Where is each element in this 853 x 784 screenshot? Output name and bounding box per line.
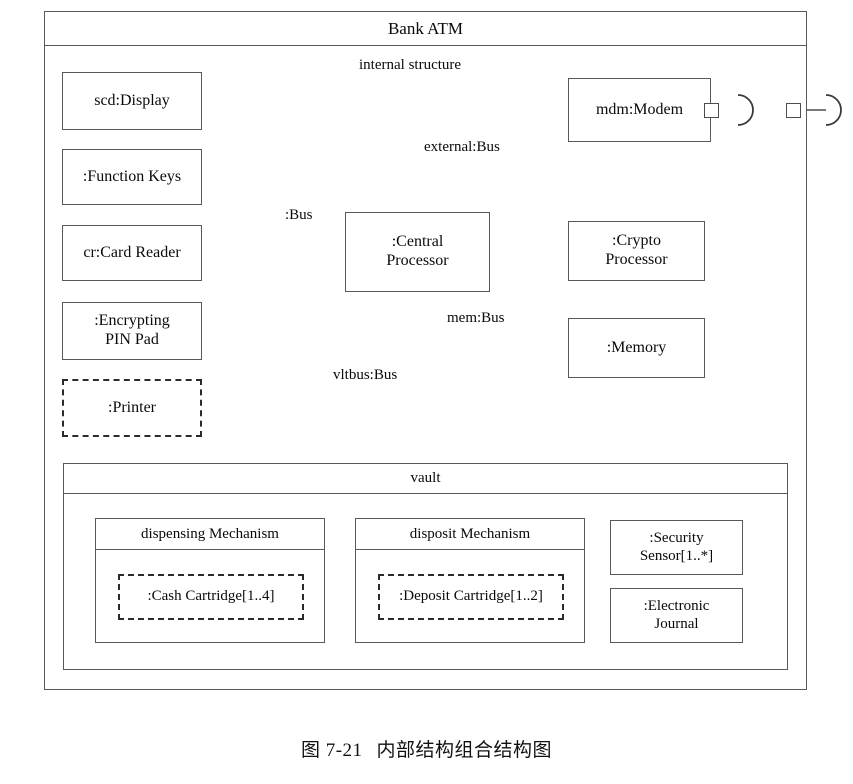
component-function-keys[interactable]: :Function Keys <box>62 149 202 205</box>
crypto-processor-label-line1: :Crypto <box>612 232 661 250</box>
pin-pad-label-line2: PIN Pad <box>105 331 159 348</box>
modem-port[interactable] <box>704 103 719 118</box>
required-interface-socket-inner <box>735 93 757 127</box>
crypto-processor-label-line2: Processor <box>605 251 668 268</box>
internal-structure-label: internal structure <box>359 57 462 73</box>
external-bus-connector-label: external:Bus <box>424 139 500 155</box>
vault-title: vault <box>64 464 787 494</box>
figure-caption-text: 内部结构组合结构图 <box>376 740 553 761</box>
dispensing-mechanism-frame: dispensing Mechanism :Cash Cartridge[1..… <box>95 518 325 643</box>
component-card-reader[interactable]: cr:Card Reader <box>62 225 202 281</box>
deposit-mechanism-frame: disposit Mechanism :Deposit Cartridge[1.… <box>355 518 585 643</box>
pin-pad-label-line1: :Encrypting <box>94 312 170 330</box>
dispensing-mechanism-title: dispensing Mechanism <box>96 519 324 550</box>
deposit-mechanism-body: :Deposit Cartridge[1..2] <box>356 550 584 642</box>
central-processor-label-line1: :Central <box>391 233 444 251</box>
frame-boundary-port[interactable] <box>786 103 801 118</box>
dispensing-mechanism-body: :Cash Cartridge[1..4] <box>96 550 324 642</box>
mem-bus-connector-label: mem:Bus <box>447 310 505 326</box>
figure-caption: 图 7-21 内部结构组合结构图 <box>0 735 853 762</box>
security-sensor-label-line1: :Security <box>649 530 704 547</box>
component-crypto-processor[interactable]: :Crypto Processor <box>568 221 705 281</box>
component-display[interactable]: scd:Display <box>62 72 202 130</box>
deposit-mechanism-title: disposit Mechanism <box>356 519 584 550</box>
bank-atm-title: Bank ATM <box>45 12 806 46</box>
bus-connector-label: :Bus <box>285 207 313 223</box>
component-encrypting-pin-pad[interactable]: :Encrypting PIN Pad <box>62 302 202 360</box>
central-processor-label-line2: Processor <box>386 252 449 269</box>
component-modem[interactable]: mdm:Modem <box>568 78 711 142</box>
composite-structure-diagram: Bank ATM internal structure scd:Display … <box>0 0 853 784</box>
vault-bus-connector-label: vltbus:Bus <box>333 367 398 383</box>
component-memory[interactable]: :Memory <box>568 318 705 378</box>
part-security-sensor[interactable]: :Security Sensor[1..*] <box>610 520 743 575</box>
required-interface-socket-outer <box>823 93 845 127</box>
electronic-journal-label-line1: :Electronic <box>643 598 710 615</box>
part-cash-cartridge[interactable]: :Cash Cartridge[1..4] <box>118 574 304 620</box>
component-printer[interactable]: :Printer <box>62 379 202 437</box>
part-deposit-cartridge[interactable]: :Deposit Cartridge[1..2] <box>378 574 564 620</box>
component-central-processor[interactable]: :Central Processor <box>345 212 490 292</box>
part-electronic-journal[interactable]: :Electronic Journal <box>610 588 743 643</box>
security-sensor-label-line2: Sensor[1..*] <box>639 547 714 564</box>
electronic-journal-label-line2: Journal <box>654 615 699 632</box>
figure-number: 图 7-21 <box>300 740 363 761</box>
